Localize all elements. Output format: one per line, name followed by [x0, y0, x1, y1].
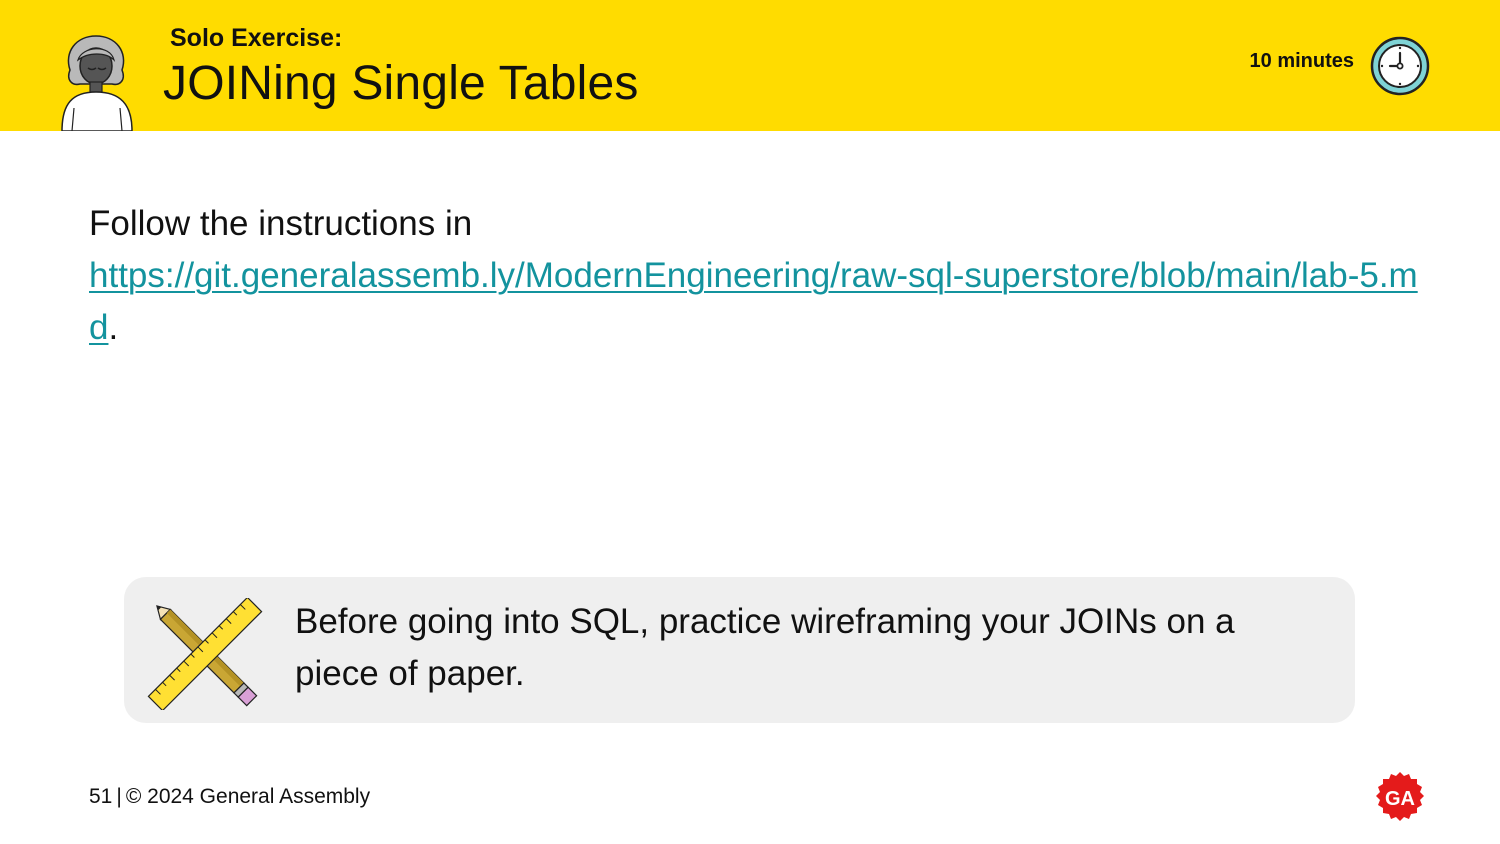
page-title: JOINing Single Tables — [163, 57, 639, 110]
ga-logo-text: GA — [1385, 788, 1415, 810]
instructions-text: Follow the instructions in https://git.g… — [89, 198, 1419, 354]
pencil-ruler-icon — [147, 598, 263, 710]
copyright-text: © 2024 General Assembly — [125, 785, 371, 808]
page-number: 51 — [89, 785, 113, 808]
tip-text: Before going into SQL, practice wirefram… — [295, 602, 1235, 693]
header-banner: Solo Exercise: JOINing Single Tables 10 … — [0, 0, 1500, 131]
instructions-trailing-period: . — [108, 308, 119, 347]
ga-logo-icon: GA — [1376, 772, 1424, 821]
clock-icon — [1370, 36, 1430, 96]
duration-label: 10 minutes — [1249, 50, 1354, 72]
footer-separator: | — [116, 785, 122, 808]
exercise-type-label: Solo Exercise: — [170, 24, 343, 52]
footer: 51 | © 2024 General Assembly — [89, 785, 370, 809]
person-illustration — [61, 35, 133, 131]
instructions-intro: Follow the instructions in — [89, 204, 473, 243]
lab-instructions-link[interactable]: https://git.generalassemb.ly/ModernEngin… — [89, 256, 1418, 347]
